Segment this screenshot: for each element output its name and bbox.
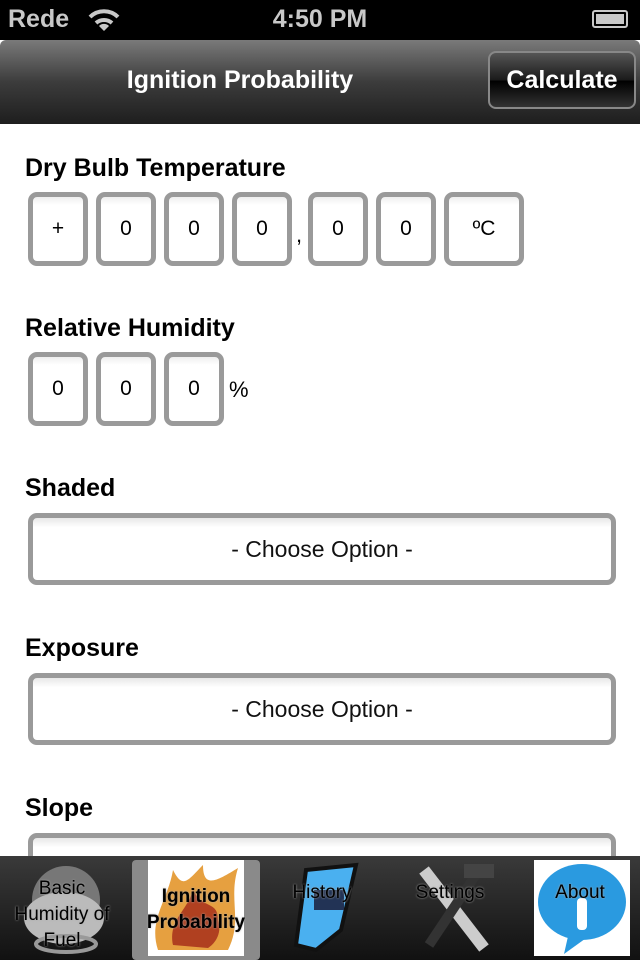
tab-label: History	[292, 882, 352, 903]
temp-digit-field[interactable]: 0	[376, 192, 436, 266]
shaded-label: Shaded	[25, 474, 116, 502]
exposure-label: Exposure	[25, 634, 139, 662]
slope-label: Slope	[25, 794, 94, 822]
status-bar: Rede 4:50 PM	[0, 0, 640, 40]
temp-digit-field[interactable]: 0	[96, 192, 156, 266]
tab-label: About	[555, 882, 605, 903]
temp-digit-field[interactable]: 0	[232, 192, 292, 266]
tab-settings[interactable]: Settings	[392, 860, 508, 956]
page-title: Ignition Probability	[126, 66, 354, 94]
humidity-digit-field[interactable]: 0	[164, 352, 224, 426]
tab-basic-humidity[interactable]: Basic Humidity of Fuel	[4, 860, 120, 956]
tab-bar: Basic Humidity of Fuel Ignition Probabil…	[0, 856, 640, 960]
shaded-select[interactable]: - Choose Option -	[28, 513, 616, 585]
dry-bulb-label: Dry Bulb Temperature	[25, 154, 286, 182]
decimal-separator: ,	[296, 222, 303, 247]
exposure-select[interactable]: - Choose Option -	[28, 673, 616, 745]
calculate-button[interactable]: Calculate	[488, 51, 636, 109]
scroll-icon	[293, 862, 359, 953]
tab-about[interactable]: About	[522, 860, 638, 956]
tab-label: Ignition Probability	[146, 886, 246, 933]
battery-icon	[592, 10, 628, 28]
tab-ignition-probability[interactable]: Ignition Probability	[132, 860, 260, 960]
clock: 4:50 PM	[272, 5, 368, 33]
tools-icon	[419, 864, 494, 952]
navigation-bar: Ignition Probability Calculate	[0, 40, 640, 124]
humidity-digit-field[interactable]: 0	[96, 352, 156, 426]
tab-label: Settings	[415, 882, 485, 903]
humidity-label: Relative Humidity	[25, 314, 235, 342]
temp-digit-field[interactable]: 0	[308, 192, 368, 266]
tab-history[interactable]: History	[264, 860, 380, 956]
tab-label: Basic Humidity of Fuel	[14, 878, 110, 951]
info-bubble-icon	[534, 860, 630, 956]
unit-field[interactable]: ºC	[444, 192, 524, 266]
temp-digit-field[interactable]: 0	[164, 192, 224, 266]
humidity-digit-field[interactable]: 0	[28, 352, 88, 426]
sign-field[interactable]: +	[28, 192, 88, 266]
percent-unit: %	[229, 377, 249, 402]
